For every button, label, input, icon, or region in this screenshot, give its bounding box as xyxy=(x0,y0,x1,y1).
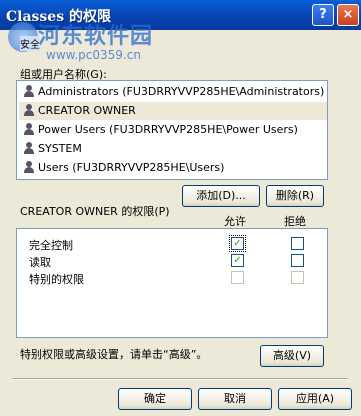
user-group-icon xyxy=(23,161,35,173)
add-button[interactable]: 添加(D)... xyxy=(182,185,260,207)
list-item[interactable]: Users (FU3DRRYVVP285HE\Users) xyxy=(23,159,224,177)
close-button[interactable]: × xyxy=(337,4,359,26)
watermark: 河东软件园 www.pc0359.cn xyxy=(38,18,153,62)
user-group-icon xyxy=(23,123,35,135)
tab-security[interactable]: 安全 xyxy=(20,36,40,51)
watermark-title: 河东软件园 xyxy=(38,24,154,49)
list-item[interactable]: Administrators (FU3DRRYVVP285HE\Administ… xyxy=(23,83,324,101)
user-list[interactable]: Administrators (FU3DRRYVVP285HE\Administ… xyxy=(16,80,328,180)
user-icon xyxy=(23,104,35,116)
help-button[interactable]: ? xyxy=(312,4,334,26)
user-group-icon xyxy=(23,85,35,97)
watermark-url: www.pc0359.cn xyxy=(46,48,141,62)
user-icon xyxy=(23,142,35,154)
deny-read-checkbox[interactable] xyxy=(291,254,304,267)
allow-full-control-checkbox[interactable]: ✓ xyxy=(229,235,246,252)
ok-button[interactable]: 确定 xyxy=(118,388,192,410)
footer-separator xyxy=(12,378,348,380)
cancel-button[interactable]: 取消 xyxy=(198,388,272,410)
allow-read-checkbox[interactable]: ✓ xyxy=(231,254,244,267)
remove-button[interactable]: 删除(R) xyxy=(266,185,324,207)
deny-full-control-checkbox[interactable] xyxy=(291,237,304,250)
permission-row-label: 读取 xyxy=(29,256,51,269)
list-item[interactable]: SYSTEM xyxy=(23,140,82,158)
permissions-list: 完全控制 ✓ 读取 ✓ 特别的权限 xyxy=(16,228,328,338)
allow-special-checkbox xyxy=(231,271,244,284)
advanced-hint-text: 特别权限或高级设置，请单击“高级”。 xyxy=(20,348,208,361)
permissions-title: CREATOR OWNER 的权限(P) xyxy=(20,205,170,218)
list-item[interactable]: Power Users (FU3DRRYVVP285HE\Power Users… xyxy=(23,121,298,139)
permission-row-label: 完全控制 xyxy=(29,239,73,252)
apply-button[interactable]: 应用(A) xyxy=(278,388,352,410)
deny-special-checkbox xyxy=(291,271,304,284)
list-item-selected[interactable]: CREATOR OWNER xyxy=(19,102,327,120)
advanced-button[interactable]: 高级(V) xyxy=(260,345,324,367)
permission-row-label: 特别的权限 xyxy=(29,273,84,286)
deny-column-header: 拒绝 xyxy=(284,215,306,228)
allow-column-header: 允许 xyxy=(224,215,246,228)
